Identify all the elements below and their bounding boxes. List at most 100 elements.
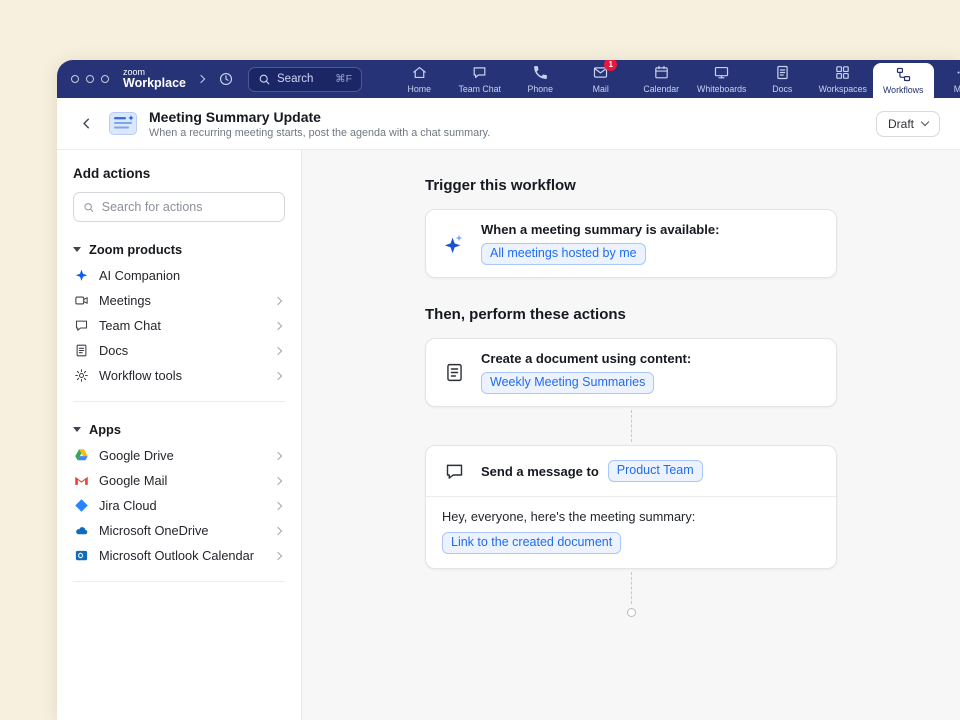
nav-item-workspaces[interactable]: Workspaces [813,60,874,98]
workflow-thumbnail-icon [109,112,137,135]
action-card-send-message[interactable]: Send a message to Product Team Hey, ever… [425,445,837,569]
section-apps: Apps Google Drive Google Mail [73,419,285,582]
google-drive-icon [73,448,89,464]
section-header-apps[interactable]: Apps [73,419,285,443]
nav-item-whiteboards[interactable]: Whiteboards [692,60,753,98]
status-badge: Draft [888,117,914,131]
window-minimize-button[interactable] [86,75,94,83]
logo-workplace-text: Workplace [123,77,186,90]
phone-icon [532,64,549,81]
dashed-connector [631,572,632,604]
chevron-down-icon [921,118,929,126]
search-icon [83,201,95,214]
status-dropdown[interactable]: Draft [876,111,940,137]
send-message-text: Send a message to [481,464,599,479]
search-icon [258,73,271,86]
clock-icon [218,71,234,87]
sidebar-item-team-chat[interactable]: Team Chat [73,313,285,338]
docs-icon [774,64,791,81]
video-camera-icon [73,293,89,309]
home-icon [411,64,428,81]
global-search-button[interactable]: Search ⌘F [248,67,362,92]
sidebar-item-workflow-tools[interactable]: Workflow tools [73,363,285,388]
chevron-right-icon [274,476,282,484]
app-window: zoom Workplace Search ⌘F Home Team Chat [57,60,960,720]
sidebar-item-meetings[interactable]: Meetings [73,288,285,313]
dashed-connector [631,410,632,442]
nav-item-more[interactable]: More [934,60,960,98]
chevron-right-icon [274,526,282,534]
document-icon [73,343,89,359]
mail-badge: 1 [604,60,617,71]
search-actions-input[interactable] [102,200,275,214]
nav-item-home[interactable]: Home [389,60,450,98]
chevron-down-icon [73,247,81,252]
team-chat-icon [471,64,488,81]
trigger-heading: Trigger this workflow [425,177,960,194]
message-link-tag[interactable]: Link to the created document [442,532,621,554]
outlook-calendar-icon [73,548,89,564]
gmail-icon [73,473,89,489]
sidebar-item-microsoft-onedrive[interactable]: Microsoft OneDrive [73,518,285,543]
section-zoom-products: Zoom products AI Companion Meetings [73,239,285,402]
actions-heading: Then, perform these actions [425,306,960,323]
zoom-workplace-logo: zoom Workplace [123,68,186,91]
nav-item-workflows[interactable]: Workflows [873,63,934,98]
sidebar-divider [73,581,285,582]
window-controls[interactable] [71,75,109,83]
window-close-button[interactable] [71,75,79,83]
sidebar-item-docs[interactable]: Docs [73,338,285,363]
nav-item-docs[interactable]: Docs [752,60,813,98]
workflow-canvas: Trigger this workflow When a meeting sum… [302,150,960,720]
message-body-text: Hey, everyone, here's the meeting summar… [442,509,820,524]
nav-items: Home Team Chat Phone 1 Mail Calendar [389,60,960,98]
page-title: Meeting Summary Update [149,109,490,125]
chevron-right-icon [274,346,282,354]
message-body[interactable]: Hey, everyone, here's the meeting summar… [426,497,836,568]
document-icon [442,361,466,385]
history-button[interactable] [215,68,237,90]
connector-end [425,569,837,617]
chevron-right-icon [274,296,282,304]
back-button[interactable] [75,113,97,135]
gear-icon [73,368,89,384]
trigger-card[interactable]: When a meeting summary is available: All… [425,209,837,278]
workspaces-icon [834,64,851,81]
window-maximize-button[interactable] [101,75,109,83]
sidebar-item-google-drive[interactable]: Google Drive [73,443,285,468]
ai-sparkle-icon [442,232,466,256]
chat-bubble-icon [73,318,89,334]
chevron-down-icon [73,427,81,432]
calendar-icon [653,64,670,81]
nav-item-calendar[interactable]: Calendar [631,60,692,98]
send-message-recipient-tag[interactable]: Product Team [608,460,703,482]
action-card-create-document[interactable]: Create a document using content: Weekly … [425,338,837,407]
nav-item-team-chat[interactable]: Team Chat [450,60,511,98]
sidebar-item-microsoft-outlook-calendar[interactable]: Microsoft Outlook Calendar [73,543,285,568]
workflow-header: Meeting Summary Update When a recurring … [57,98,960,150]
chevron-right-icon [274,501,282,509]
search-shortcut: ⌘F [335,73,352,85]
add-step-node[interactable] [627,608,636,617]
sidebar-item-ai-companion[interactable]: AI Companion [73,263,285,288]
chat-bubble-icon [442,459,466,483]
chevron-right-icon [274,551,282,559]
sidebar-divider [73,401,285,402]
nav-item-mail[interactable]: 1 Mail [571,60,632,98]
section-header-zoom-products[interactable]: Zoom products [73,239,285,263]
jira-icon [73,498,89,514]
sidebar-item-jira-cloud[interactable]: Jira Cloud [73,493,285,518]
top-navbar: zoom Workplace Search ⌘F Home Team Chat [57,60,960,98]
chevron-right-icon[interactable] [197,75,205,83]
sidebar-item-google-mail[interactable]: Google Mail [73,468,285,493]
nav-item-phone[interactable]: Phone [510,60,571,98]
create-doc-content-tag[interactable]: Weekly Meeting Summaries [481,372,654,394]
page-subtitle: When a recurring meeting starts, post th… [149,127,490,139]
sidebar-heading: Add actions [73,166,285,181]
connector-line [425,407,837,445]
chevron-right-icon [274,451,282,459]
actions-search-box[interactable] [73,192,285,222]
workflows-icon [895,66,912,83]
actions-sidebar: Add actions Zoom products AI Companion [57,150,302,720]
trigger-scope-tag[interactable]: All meetings hosted by me [481,243,646,265]
